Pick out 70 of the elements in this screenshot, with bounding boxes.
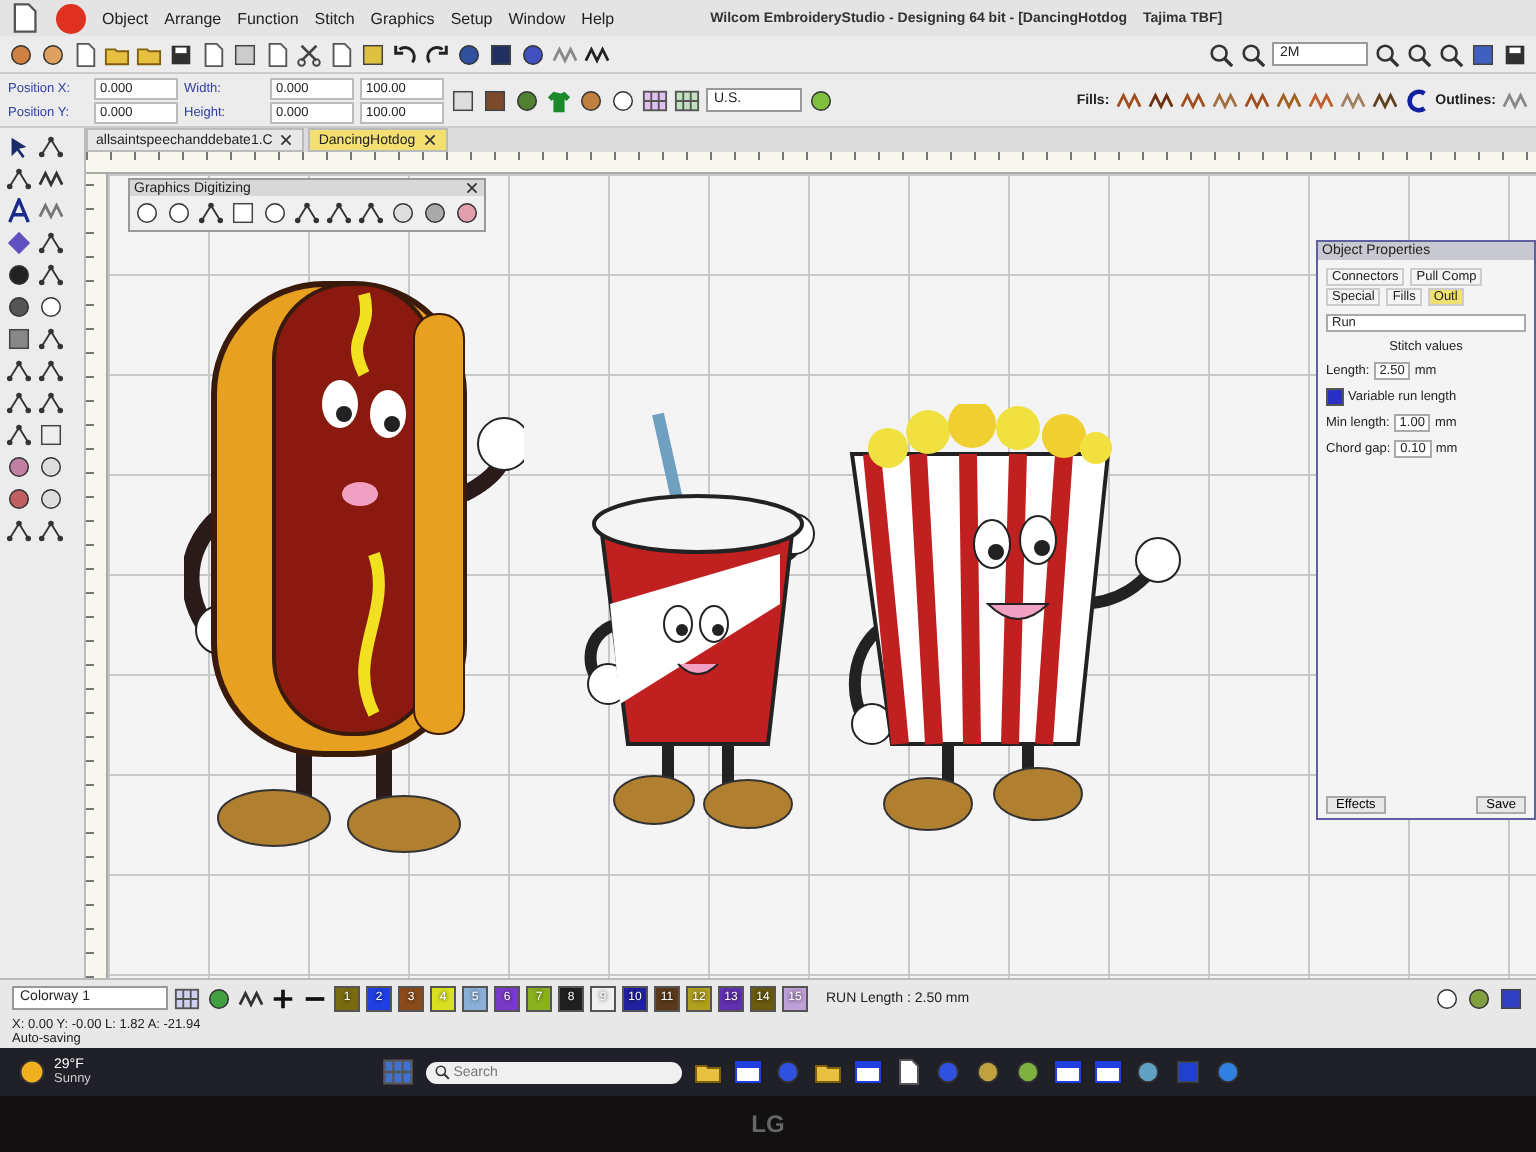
curve-icon[interactable] <box>38 262 64 288</box>
curve-icon[interactable] <box>326 200 352 226</box>
text-icon[interactable] <box>6 198 32 224</box>
node-icon[interactable] <box>294 200 320 226</box>
menu-item[interactable]: Object <box>102 9 149 27</box>
menu-item[interactable]: Graphics <box>370 9 435 27</box>
zoom-icon[interactable] <box>1374 41 1400 67</box>
node-icon[interactable] <box>38 134 64 160</box>
checkbox[interactable] <box>1326 388 1344 406</box>
dot-icon[interactable] <box>6 294 32 320</box>
oval-icon[interactable] <box>38 294 64 320</box>
window-icon[interactable] <box>1093 1058 1122 1086</box>
circle-icon[interactable] <box>1434 985 1460 1011</box>
grid-icon[interactable] <box>642 87 668 113</box>
node-icon[interactable] <box>6 166 32 192</box>
pointer-icon[interactable] <box>6 134 32 160</box>
close-icon[interactable] <box>464 180 480 196</box>
c-shape-icon[interactable] <box>1403 87 1430 113</box>
menu-item[interactable]: Arrange <box>164 9 222 27</box>
menu-item[interactable]: Help <box>581 9 615 27</box>
zoom-icon[interactable] <box>1240 41 1266 67</box>
node-icon[interactable] <box>198 200 224 226</box>
grid-icon[interactable] <box>674 87 700 113</box>
close-icon[interactable] <box>278 132 295 148</box>
document-icon[interactable] <box>893 1058 922 1086</box>
close-icon[interactable] <box>421 132 438 148</box>
document-icon[interactable] <box>264 41 290 67</box>
zoom-icon[interactable] <box>1438 41 1464 67</box>
stitch-icon[interactable] <box>38 166 64 192</box>
new-file-icon[interactable] <box>72 41 98 67</box>
curve-icon[interactable] <box>38 230 64 256</box>
circle-icon[interactable] <box>262 200 288 226</box>
rectangle-icon[interactable] <box>230 200 256 226</box>
fill-stitch-icon[interactable] <box>1371 87 1398 113</box>
window-icon[interactable] <box>853 1058 882 1086</box>
stitch-icon[interactable] <box>584 41 610 67</box>
fill-stitch-icon[interactable] <box>1243 87 1270 113</box>
menu-item[interactable]: Setup <box>450 9 493 27</box>
save-icon[interactable] <box>168 41 194 67</box>
window-icon[interactable] <box>733 1058 762 1086</box>
fill-stitch-icon[interactable] <box>1115 87 1142 113</box>
plus-icon[interactable] <box>270 985 296 1011</box>
window-icon[interactable] <box>1053 1058 1082 1086</box>
outline-stitch-icon[interactable] <box>1502 87 1528 113</box>
document-icon[interactable] <box>200 41 226 67</box>
scissors-icon[interactable] <box>296 41 322 67</box>
menu-item[interactable]: Function <box>237 9 299 27</box>
square-icon[interactable] <box>1498 985 1524 1011</box>
circle-icon[interactable] <box>166 200 192 226</box>
fill-stitch-icon[interactable] <box>1179 87 1206 113</box>
menu-item[interactable]: Window <box>508 9 566 27</box>
menu-item[interactable]: Stitch <box>314 9 355 27</box>
undo-icon[interactable] <box>392 41 418 67</box>
save-icon[interactable] <box>1502 41 1528 67</box>
brand-logo: LG <box>751 1110 785 1138</box>
zoom-icon[interactable] <box>1208 41 1234 67</box>
tshirt-icon[interactable] <box>546 87 572 113</box>
fill-stitch-icon[interactable] <box>1211 87 1238 113</box>
circle-icon[interactable] <box>134 200 160 226</box>
app-logo[interactable] <box>56 3 86 33</box>
search-icon <box>433 1064 450 1080</box>
curve-icon[interactable] <box>358 200 384 226</box>
dot-icon[interactable] <box>6 262 32 288</box>
copy-icon[interactable] <box>328 41 354 67</box>
fill-stitch-icon[interactable] <box>1147 87 1174 113</box>
redo-icon[interactable] <box>424 41 450 67</box>
fill-stitch-icon[interactable] <box>1275 87 1302 113</box>
diamond-icon[interactable] <box>6 230 32 256</box>
windows-icon[interactable] <box>381 1056 414 1088</box>
zoom-icon[interactable] <box>1406 41 1432 67</box>
